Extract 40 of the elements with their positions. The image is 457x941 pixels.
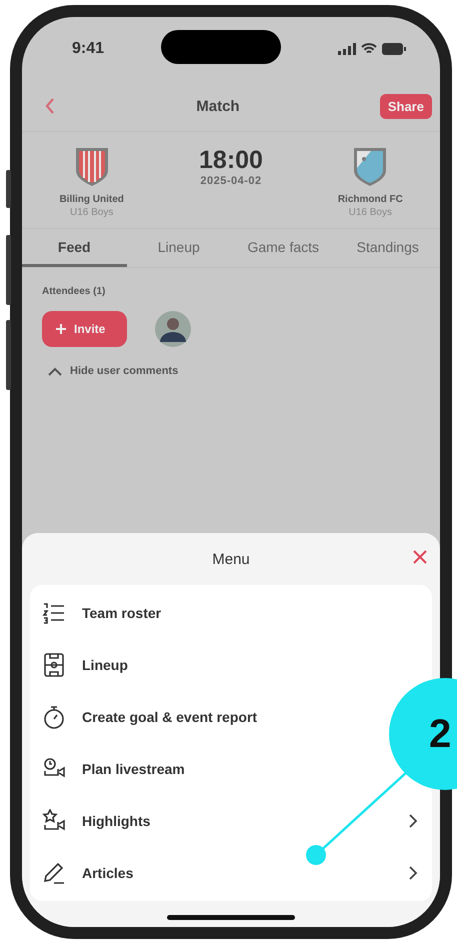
chevron-right-icon[interactable] <box>408 813 418 829</box>
tab[interactable]: Feed <box>22 229 126 267</box>
wifi-icon <box>361 43 377 55</box>
invite-button[interactable]: Invite <box>42 311 128 347</box>
battery-icon <box>382 43 406 55</box>
stopwatch-icon <box>42 705 66 729</box>
match-time: 18:00 <box>199 146 263 175</box>
menu-item[interactable]: Team roster <box>82 605 162 621</box>
pencil-icon <box>42 861 66 885</box>
menu-item[interactable]: Plan livestream <box>82 761 185 777</box>
avatar-icon <box>155 311 192 347</box>
plus-icon <box>56 324 66 334</box>
page-title: Match <box>196 98 240 114</box>
team-group: U16 Boys <box>348 207 392 218</box>
pitch-icon <box>42 653 66 677</box>
menu-title: Menu <box>212 550 250 568</box>
team-name: Billing United <box>59 194 124 205</box>
team-crest-icon <box>352 146 388 186</box>
tab[interactable]: Standings <box>336 229 440 267</box>
chevron-up-icon <box>48 366 62 376</box>
hide-comments-toggle[interactable]: Hide user comments <box>70 365 178 377</box>
menu-item[interactable]: Create goal & event report <box>82 709 258 725</box>
close-icon[interactable] <box>412 549 428 565</box>
team-crest-icon <box>74 146 110 186</box>
numbered-list-icon <box>42 601 66 625</box>
signal-icon <box>338 43 356 55</box>
match-date: 2025-04-02 <box>200 175 262 187</box>
chevron-right-icon[interactable] <box>408 865 418 881</box>
tab[interactable]: Lineup <box>126 229 231 267</box>
team-name: Richmond FC <box>338 194 403 205</box>
back-icon <box>44 97 56 115</box>
tab[interactable]: Game facts <box>231 229 336 267</box>
team-group: U16 Boys <box>70 207 114 218</box>
menu-item[interactable]: Articles <box>82 865 134 881</box>
attendees-heading: Attendees (1) <box>42 286 106 297</box>
menu-item[interactable]: Highlights <box>82 813 150 829</box>
status-time: 9:41 <box>72 40 104 58</box>
star-camera-icon <box>42 809 66 833</box>
menu-item[interactable]: Lineup <box>82 657 128 673</box>
share-button[interactable]: Share <box>380 94 432 118</box>
